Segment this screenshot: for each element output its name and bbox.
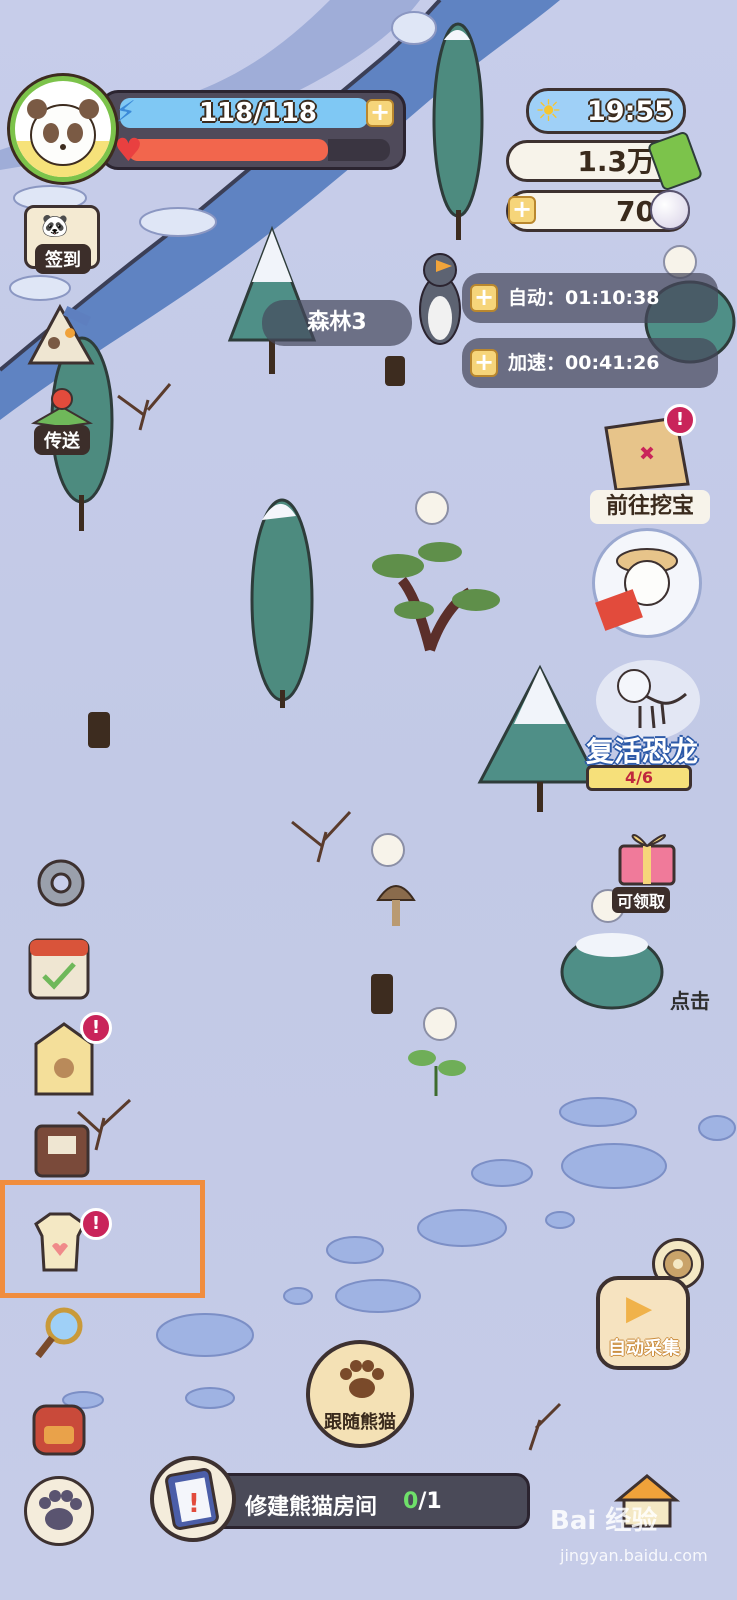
lightning-icon: ⚡ <box>115 95 137 130</box>
add-auto-time-button[interactable]: + <box>470 284 498 312</box>
calendar-button[interactable] <box>24 932 94 1004</box>
game-map[interactable]: ⚡ 118/118 + ♥ ☀ 19:55 1.3万 70 + + 自动：01:… <box>0 0 737 1600</box>
magnifier-icon <box>35 1307 83 1359</box>
health-bar-empty <box>328 139 390 161</box>
paw-icon <box>340 1360 384 1398</box>
add-energy-button[interactable]: + <box>366 99 394 127</box>
play-icon: ▶ <box>626 1288 653 1328</box>
harvest-bubble <box>371 833 405 867</box>
stump <box>385 356 405 386</box>
treasure-hunt-label: 前往挖宝 <box>590 490 710 524</box>
currency-value: 1.3万 <box>577 145 655 178</box>
checkin-label: 签到 <box>35 244 91 274</box>
backpack-button[interactable] <box>24 1396 94 1460</box>
map-pin-icon <box>30 388 94 429</box>
treasure-map-icon <box>27 303 95 365</box>
clipboard-alert-icon: ! <box>165 1468 219 1530</box>
follow-panda-button[interactable]: 跟随熊猫 <box>306 1340 414 1448</box>
task-done-count: 0 <box>403 1489 419 1514</box>
auto-timer: + 自动：01:10:38 <box>462 273 718 323</box>
pine-right <box>477 664 601 812</box>
area-name: 森林3 <box>262 300 412 346</box>
tree-tall-top <box>432 22 484 240</box>
gift-claim-label: 可领取 <box>612 887 671 913</box>
player-avatar[interactable] <box>10 76 116 182</box>
task-bar[interactable]: 修建熊猫房间 0/1 <box>200 1473 530 1529</box>
auto-timer-text: 自动：01:10:38 <box>508 287 660 309</box>
revive-progress: 4/6 <box>586 765 692 791</box>
tutorial-highlight <box>0 1180 205 1298</box>
energy-value: 118/118 <box>198 98 318 128</box>
calendar-icon <box>28 938 90 1000</box>
weather-time-pill: ☀ 19:55 <box>526 88 686 134</box>
gear-icon <box>37 859 85 907</box>
gift-box-icon <box>618 834 676 886</box>
stump <box>371 974 393 1014</box>
snowy-bush <box>560 933 664 1010</box>
tap-hint-text: 点击 <box>670 989 710 1013</box>
treasure-alert-badge: ! <box>664 404 696 436</box>
game-clock: 19:55 <box>587 96 673 127</box>
add-boost-time-button[interactable]: + <box>470 349 498 377</box>
teleport-button[interactable]: 传送 <box>28 385 96 457</box>
pearl-value: 70 <box>616 195 655 228</box>
add-pearl-button[interactable]: + <box>508 196 536 224</box>
checkin-button[interactable]: 🐼 签到 <box>24 205 100 274</box>
task-total-count: /1 <box>418 1489 442 1514</box>
penguin-character <box>419 253 461 345</box>
watermark-url: jingyan.baidu.com <box>560 1546 708 1565</box>
sun-cloud-icon: ☀ <box>535 94 562 129</box>
cookbook-icon <box>34 1124 90 1178</box>
auto-collect-label: 自动采集 <box>608 1338 680 1359</box>
dinosaur-skeleton-icon <box>617 669 687 729</box>
watermark-logo: Bai 经验 <box>550 1506 658 1536</box>
revive-dinosaur-label: 复活恐龙 <box>585 735 698 768</box>
follow-panda-label: 跟随熊猫 <box>324 1412 396 1433</box>
explorer-panda-icon <box>595 548 678 631</box>
panda-avatar-icon <box>15 99 111 177</box>
explorer-panda-button[interactable] <box>592 528 702 638</box>
task-progress: 0/1 <box>403 1489 442 1514</box>
pet-button[interactable] <box>24 1476 94 1546</box>
event-map-button[interactable] <box>24 303 98 367</box>
tree-tall-mid <box>250 498 314 708</box>
search-button[interactable] <box>30 1302 90 1364</box>
heart-icon: ♥ <box>114 131 143 169</box>
dinosaur-button[interactable] <box>596 660 700 740</box>
twig <box>528 1402 562 1451</box>
recipe-book-button[interactable] <box>28 1118 94 1182</box>
svg-text:!: ! <box>188 1489 200 1519</box>
gift-button[interactable] <box>612 822 682 888</box>
stump <box>88 712 110 748</box>
harvest-bubble <box>415 491 449 525</box>
paw-icon <box>39 1490 82 1530</box>
pearl-icon <box>650 190 690 230</box>
twig <box>117 383 172 431</box>
quest-alert-badge: ! <box>80 1012 112 1044</box>
mushroom <box>376 885 416 926</box>
sprout <box>408 1050 466 1096</box>
task-clipboard-button[interactable]: ! <box>150 1456 236 1542</box>
settings-button[interactable] <box>30 852 92 914</box>
harvest-bubble <box>423 1007 457 1041</box>
boost-timer-text: 加速：00:41:26 <box>508 352 660 374</box>
panda-face-icon: 🐼 <box>41 214 69 239</box>
twig <box>291 810 352 863</box>
bonsai-tree <box>372 542 500 652</box>
backpack-icon <box>32 1404 86 1456</box>
task-label: 修建熊猫房间 <box>245 1495 378 1520</box>
auto-collect-button[interactable]: ▶ 自动采集 <box>596 1276 690 1370</box>
boost-timer: + 加速：00:41:26 <box>462 338 718 388</box>
health-bar <box>128 139 328 161</box>
teleport-label: 传送 <box>34 425 90 455</box>
